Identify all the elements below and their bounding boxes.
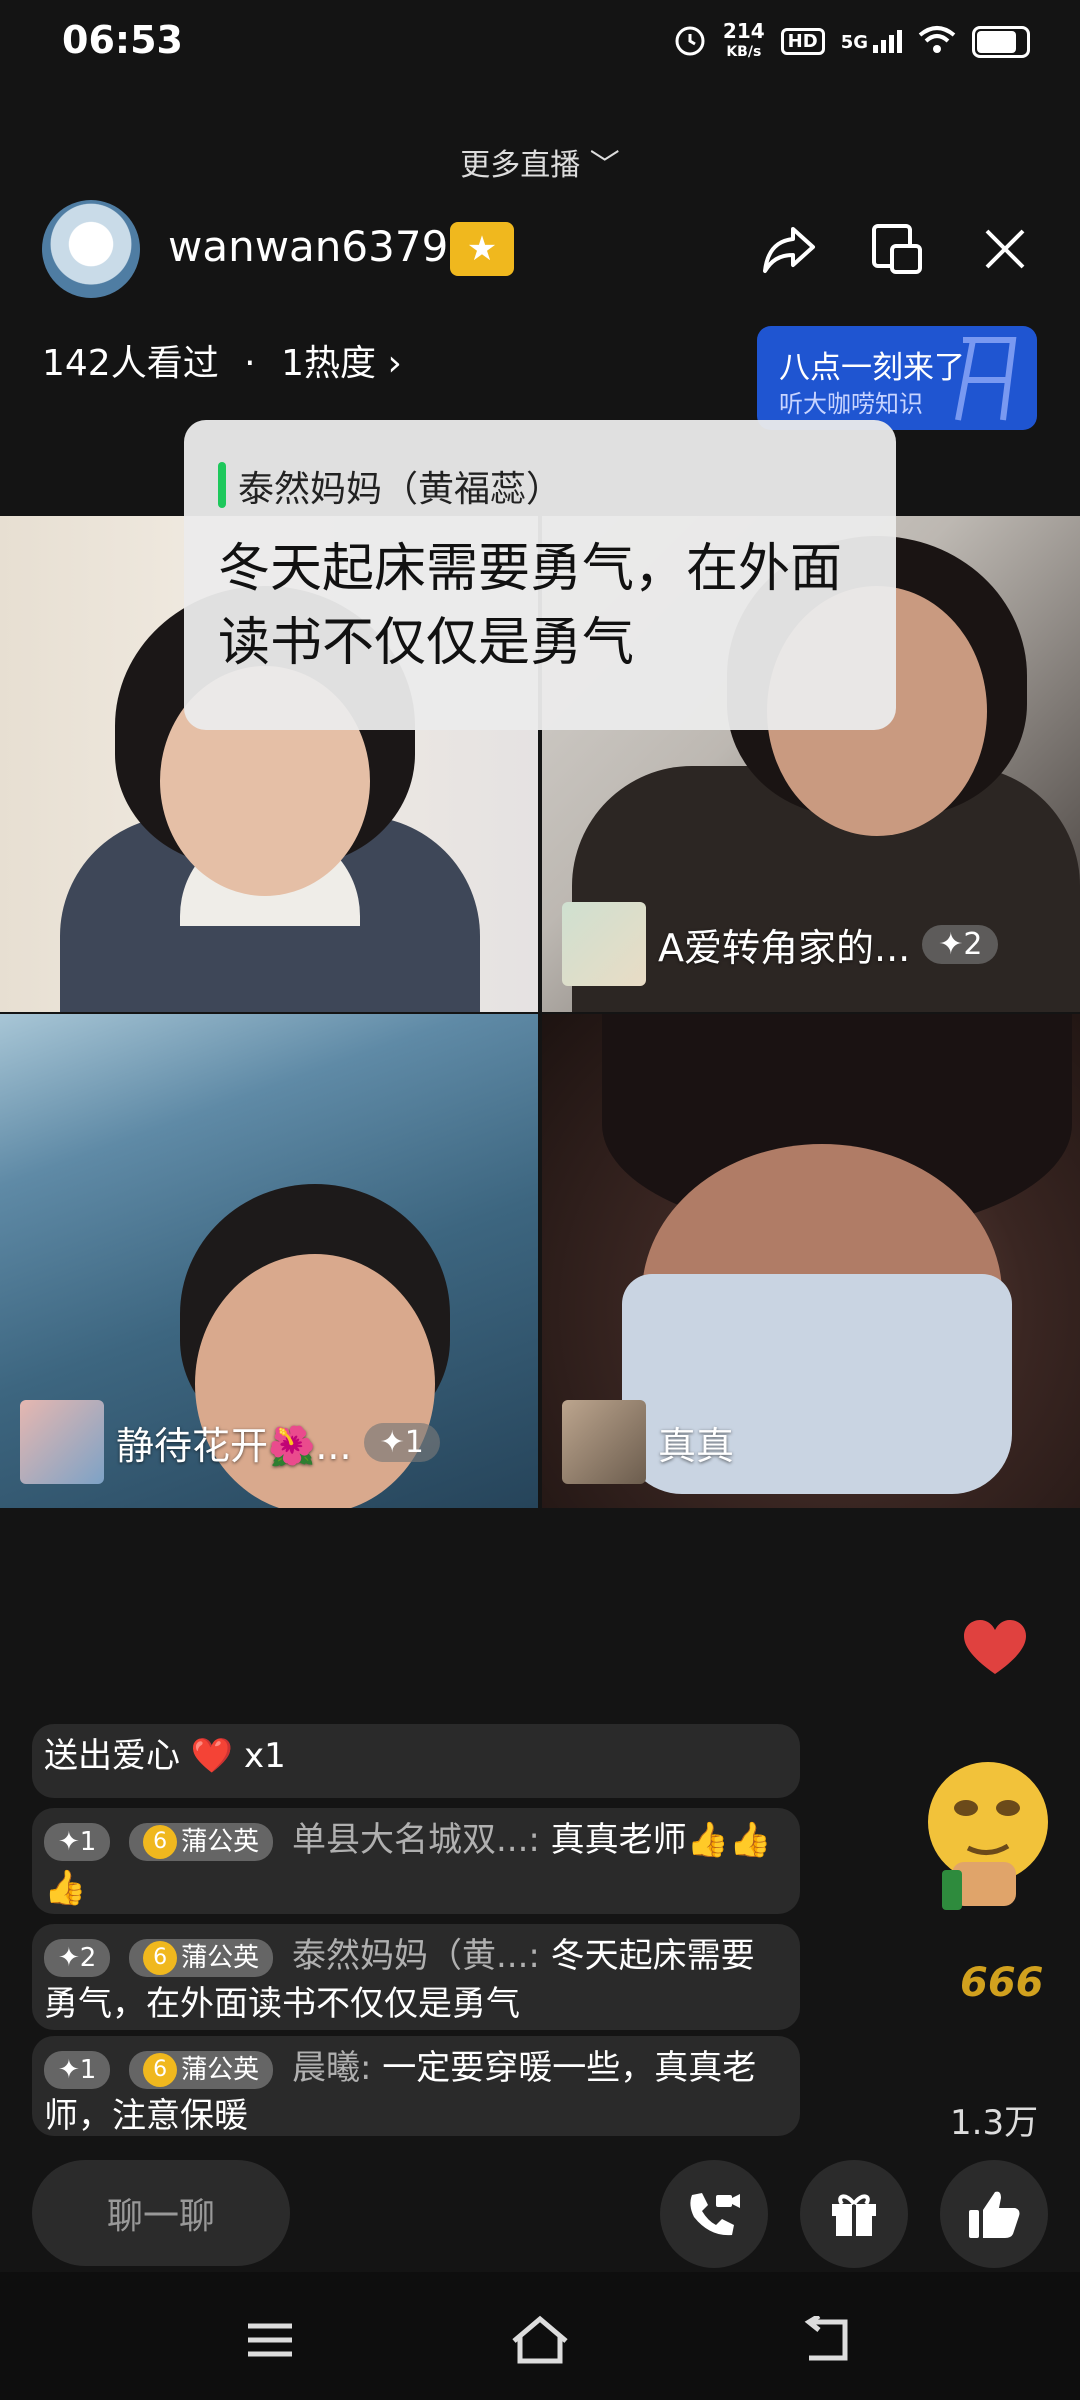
speech-text: 冬天起床需要勇气，在外面读书不仅仅是勇气 xyxy=(218,539,843,673)
tile-label: 静待花开🌺... ✦1 xyxy=(20,1400,440,1484)
heart-icon[interactable] xyxy=(962,1618,1028,1682)
wifi-icon xyxy=(918,25,956,59)
viewer-count: 142人看过 xyxy=(42,343,219,384)
viewer-stats[interactable]: 142人看过 · 1热度 › xyxy=(42,334,402,386)
network-type: 5G xyxy=(840,32,868,53)
close-button[interactable] xyxy=(970,214,1040,284)
close-icon xyxy=(985,229,1025,269)
status-icons: 214 KB/s HD 5G xyxy=(673,19,1030,61)
chair-icon xyxy=(955,337,1017,421)
share-button[interactable] xyxy=(754,214,824,284)
video-tile-3[interactable]: 静待花开🌺... ✦1 xyxy=(0,1014,538,1508)
status-bar: 06:53 214 KB/s HD 5G xyxy=(0,0,1080,90)
chat-input[interactable]: 聊一聊 xyxy=(32,2160,290,2266)
status-time: 06:53 xyxy=(62,18,183,62)
tile-name: A爱转角家的... xyxy=(658,925,911,970)
battery-icon xyxy=(972,25,1030,58)
chat-message[interactable]: 送出爱心 ❤️ x1 xyxy=(32,1724,800,1798)
chat-badge: ✦2 xyxy=(44,1938,111,1977)
video-call-icon xyxy=(690,2193,740,2236)
tile-name: 静待花开🌺... xyxy=(116,1423,352,1468)
thumbs-up-icon xyxy=(969,2191,1020,2238)
host-avatar[interactable] xyxy=(42,200,140,298)
chat-username[interactable]: 泰然妈妈（黄...: xyxy=(292,1936,540,1976)
menu-button[interactable] xyxy=(240,2310,300,2370)
chevron-down-icon: ﹀ xyxy=(589,148,620,183)
level-icon: 6 xyxy=(143,2053,178,2087)
chat-message[interactable]: ✦1 6 蒲公英 晨曦: 一定要穿暖一些，真真老师，注意保暖 xyxy=(32,2036,800,2136)
alarm-icon xyxy=(673,23,707,61)
chat-badge: ✦1 xyxy=(44,1822,111,1861)
tile-badge: ✦2 xyxy=(922,924,999,964)
tile-avatar xyxy=(562,1400,646,1484)
back-icon xyxy=(804,2316,848,2361)
six-badge: 666 xyxy=(960,1960,1044,2006)
level-icon: 6 xyxy=(143,1941,178,1975)
tile-label: A爱转角家的... ✦2 xyxy=(562,902,999,986)
chat-tag: 蒲公英 xyxy=(181,2054,260,2085)
chat-username[interactable]: 单县大名城双...: xyxy=(292,1820,540,1860)
chat-message[interactable]: ✦1 6 蒲公英 单县大名城双...: 真真老师👍👍👍 xyxy=(32,1808,800,1914)
more-live-button[interactable]: 更多直播 ﹀ xyxy=(0,140,1080,184)
thumbs-up-emoji-icon xyxy=(922,1752,1054,1912)
host-name[interactable]: wanwan6379 xyxy=(168,222,448,271)
chat-tag: 蒲公英 xyxy=(181,1826,260,1857)
tile-badge: ✦1 xyxy=(363,1422,440,1462)
chat-badge: ✦1 xyxy=(44,2050,111,2089)
host-badge-icon: ★ xyxy=(450,222,514,276)
chat-message[interactable]: ✦2 6 蒲公英 泰然妈妈（黄...: 冬天起床需要勇气，在外面读书不仅仅是勇气 xyxy=(32,1924,800,2030)
video-call-button[interactable] xyxy=(660,2160,768,2268)
home-icon xyxy=(512,2315,568,2364)
promo-banner[interactable]: 八点一刻来了 听大咖唠知识 xyxy=(757,326,1037,430)
level-icon: 6 xyxy=(143,1825,178,1859)
net-speed: 214 KB/s xyxy=(722,19,765,61)
speaker-name: 泰然妈妈（黄福蕊） xyxy=(238,469,563,510)
speaker-indicator xyxy=(218,462,226,508)
tile-avatar xyxy=(562,902,646,986)
signal-icon: 5G xyxy=(841,30,902,53)
tile-name: 真真 xyxy=(658,1423,735,1468)
window-icon xyxy=(872,224,922,274)
menu-icon xyxy=(248,2323,292,2357)
chat-system-text: 送出爱心 ❤️ x1 xyxy=(44,1736,286,1776)
gift-button[interactable] xyxy=(800,2160,908,2268)
net-speed-unit: KB/s xyxy=(726,44,762,60)
like-count: 1.3万 xyxy=(950,2103,1039,2143)
speech-bubble: 泰然妈妈（黄福蕊） 冬天起床需要勇气，在外面读书不仅仅是勇气 xyxy=(184,420,896,730)
home-button[interactable] xyxy=(510,2310,570,2370)
chevron-right-icon: › xyxy=(387,343,402,384)
hd-icon: HD xyxy=(780,28,825,55)
like-button[interactable] xyxy=(940,2160,1048,2268)
chat-tag: 蒲公英 xyxy=(181,1942,260,1973)
promo-subtitle: 听大咖唠知识 xyxy=(779,390,923,418)
more-live-label: 更多直播 xyxy=(460,148,581,183)
heat-count: 1热度 xyxy=(281,343,376,384)
video-tile-4[interactable]: 真真 xyxy=(542,1014,1080,1508)
window-button[interactable] xyxy=(862,214,932,284)
back-button[interactable] xyxy=(796,2310,856,2370)
tile-label: 真真 xyxy=(562,1400,734,1484)
separator: · xyxy=(244,343,256,384)
share-icon xyxy=(763,227,815,273)
chat-username[interactable]: 晨曦: xyxy=(292,2048,371,2088)
gift-icon xyxy=(832,2194,876,2236)
tile-avatar xyxy=(20,1400,104,1484)
net-speed-value: 214 xyxy=(722,19,765,43)
